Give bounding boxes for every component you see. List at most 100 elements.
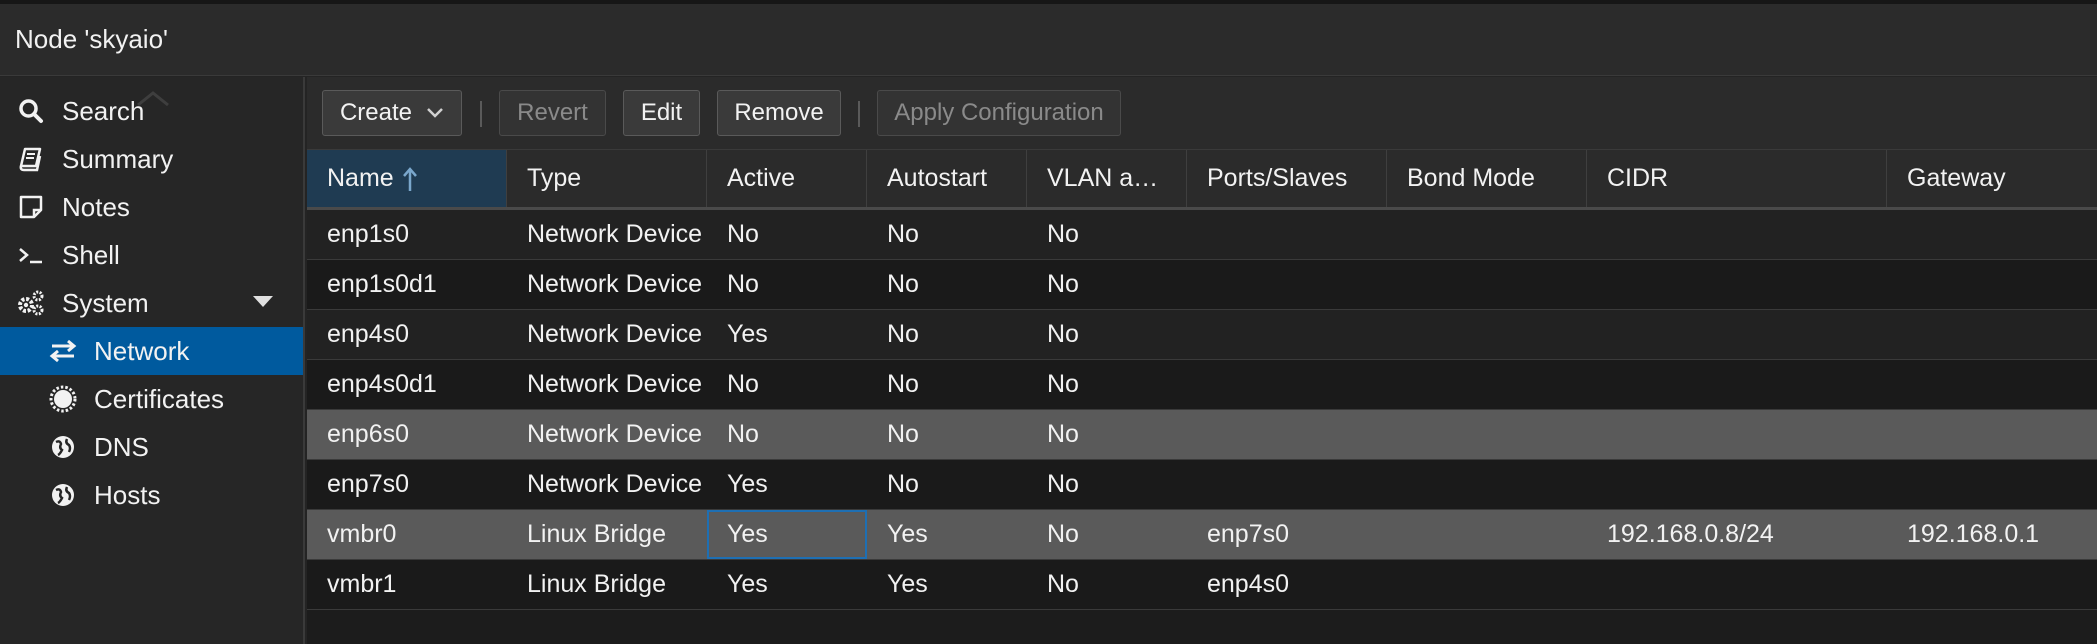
sidebar-item-label: Hosts — [94, 479, 161, 510]
cell-ports — [1187, 360, 1387, 409]
table-row[interactable]: vmbr1 Linux Bridge Yes Yes No enp4s0 — [307, 560, 2097, 610]
column-header-name[interactable]: Name — [307, 150, 507, 207]
table-row[interactable]: vmbr0 Linux Bridge Yes Yes No enp7s0 192… — [307, 510, 2097, 560]
cell-active: No — [727, 220, 759, 248]
sidebar-item-label: Notes — [62, 191, 130, 222]
cell-vlan-aware: No — [1047, 420, 1079, 448]
sidebar-item-label: System — [62, 287, 149, 318]
cell-active: Yes — [727, 320, 768, 348]
column-header-gateway[interactable]: Gateway — [1887, 150, 2097, 207]
cell-name: vmbr1 — [327, 570, 397, 598]
sidebar-item-hosts[interactable]: Hosts — [0, 471, 303, 519]
sidebar-item-label: Summary — [62, 143, 174, 174]
cell-cidr — [1587, 460, 1887, 509]
cell-name: vmbr0 — [327, 520, 397, 548]
column-header-label: Name — [327, 164, 394, 192]
sidebar-item-summary[interactable]: Summary — [0, 135, 303, 183]
cell-bond-mode — [1387, 410, 1587, 459]
cell-active: Yes — [727, 570, 768, 598]
sidebar-item-label: DNS — [94, 431, 149, 462]
cell-autostart: No — [887, 270, 919, 298]
cell-vlan-aware: No — [1047, 570, 1079, 598]
cell-bond-mode — [1387, 460, 1587, 509]
column-header-bond-mode[interactable]: Bond Mode — [1387, 150, 1587, 207]
table-row[interactable]: enp7s0 Network Device Yes No No — [307, 460, 2097, 510]
column-header-cidr[interactable]: CIDR — [1587, 150, 1887, 207]
sidebar-item-shell[interactable]: Shell — [0, 231, 303, 279]
table-row[interactable]: enp1s0d1 Network Device No No No — [307, 260, 2097, 310]
sidebar: Search Summary Notes Shell System Networ… — [0, 77, 305, 644]
note-icon — [16, 192, 46, 222]
sidebar-item-search[interactable]: Search — [0, 87, 303, 135]
sidebar-item-label: Shell — [62, 239, 120, 270]
edit-button[interactable]: Edit — [623, 90, 700, 136]
sidebar-item-network[interactable]: Network — [0, 327, 303, 375]
cell-gateway — [1887, 560, 2097, 609]
column-header-label: VLAN a… — [1047, 164, 1159, 192]
edit-button-label: Edit — [640, 99, 683, 126]
cell-ports — [1187, 210, 1387, 259]
table-row[interactable]: enp4s0d1 Network Device No No No — [307, 360, 2097, 410]
cell-vlan-aware: No — [1047, 320, 1079, 348]
page-title-text: Node 'skyaio' — [15, 24, 169, 54]
remove-button[interactable]: Remove — [717, 90, 841, 136]
sidebar-item-dns[interactable]: DNS — [0, 423, 303, 471]
apply-configuration-button[interactable]: Apply Configuration — [877, 90, 1121, 136]
toolbar-separator — [858, 101, 860, 127]
column-header-ports-slaves[interactable]: Ports/Slaves — [1187, 150, 1387, 207]
cell-ports — [1187, 460, 1387, 509]
toolbar: Create Revert Edit Remove Apply Configur… — [307, 77, 2097, 150]
table-row[interactable]: enp4s0 Network Device Yes No No — [307, 310, 2097, 360]
cell-gateway — [1887, 410, 2097, 459]
create-button[interactable]: Create — [322, 90, 462, 136]
cell-vlan-aware: No — [1047, 520, 1079, 548]
column-header-label: Bond Mode — [1407, 164, 1535, 192]
revert-button[interactable]: Revert — [499, 90, 606, 136]
apply-configuration-label: Apply Configuration — [894, 99, 1104, 126]
cell-gateway — [1887, 260, 2097, 309]
cell-gateway — [1887, 460, 2097, 509]
cell-cidr — [1587, 360, 1887, 409]
cell-name: enp4s0d1 — [327, 370, 437, 398]
remove-button-label: Remove — [734, 99, 824, 126]
column-header-autostart[interactable]: Autostart — [867, 150, 1027, 207]
cell-bond-mode — [1387, 360, 1587, 409]
cell-vlan-aware: No — [1047, 470, 1079, 498]
grid-header: Name Type Active Autostart VLAN a… Ports… — [307, 150, 2097, 210]
main-panel: Create Revert Edit Remove Apply Configur… — [307, 77, 2097, 644]
cell-gateway — [1887, 210, 2097, 259]
cell-name: enp7s0 — [327, 470, 410, 498]
sort-ascending-icon — [402, 166, 417, 191]
cell-ports — [1187, 410, 1387, 459]
globe-icon — [48, 432, 78, 462]
cell-type: Linux Bridge — [527, 570, 666, 598]
cell-type: Network Device — [527, 270, 703, 298]
column-header-type[interactable]: Type — [507, 150, 707, 207]
cell-autostart: No — [887, 470, 919, 498]
cell-active[interactable]: Yes — [707, 510, 867, 559]
cell-type: Network Device — [527, 320, 703, 348]
search-icon — [16, 96, 46, 126]
column-header-label: Gateway — [1907, 164, 2006, 192]
cell-cidr — [1587, 410, 1887, 459]
column-header-active[interactable]: Active — [707, 150, 867, 207]
cell-active: Yes — [727, 470, 768, 498]
sidebar-item-certificates[interactable]: Certificates — [0, 375, 303, 423]
cell-bond-mode — [1387, 560, 1587, 609]
chevron-down-icon[interactable] — [253, 296, 273, 307]
cell-autostart: No — [887, 420, 919, 448]
cell-name: enp1s0 — [327, 220, 410, 248]
revert-button-label: Revert — [517, 99, 588, 126]
cell-ports — [1187, 310, 1387, 359]
column-header-vlan-aware[interactable]: VLAN a… — [1027, 150, 1187, 207]
sidebar-item-system[interactable]: System — [0, 279, 303, 327]
table-row[interactable]: enp6s0 Network Device No No No — [307, 410, 2097, 460]
sidebar-item-notes[interactable]: Notes — [0, 183, 303, 231]
cell-gateway: 192.168.0.1 — [1907, 520, 2040, 548]
cell-name: enp1s0d1 — [327, 270, 437, 298]
column-header-label: Ports/Slaves — [1207, 164, 1348, 192]
cell-bond-mode — [1387, 260, 1587, 309]
sidebar-item-label: Search — [62, 95, 145, 126]
cell-type: Network Device — [527, 370, 703, 398]
table-row[interactable]: enp1s0 Network Device No No No — [307, 210, 2097, 260]
